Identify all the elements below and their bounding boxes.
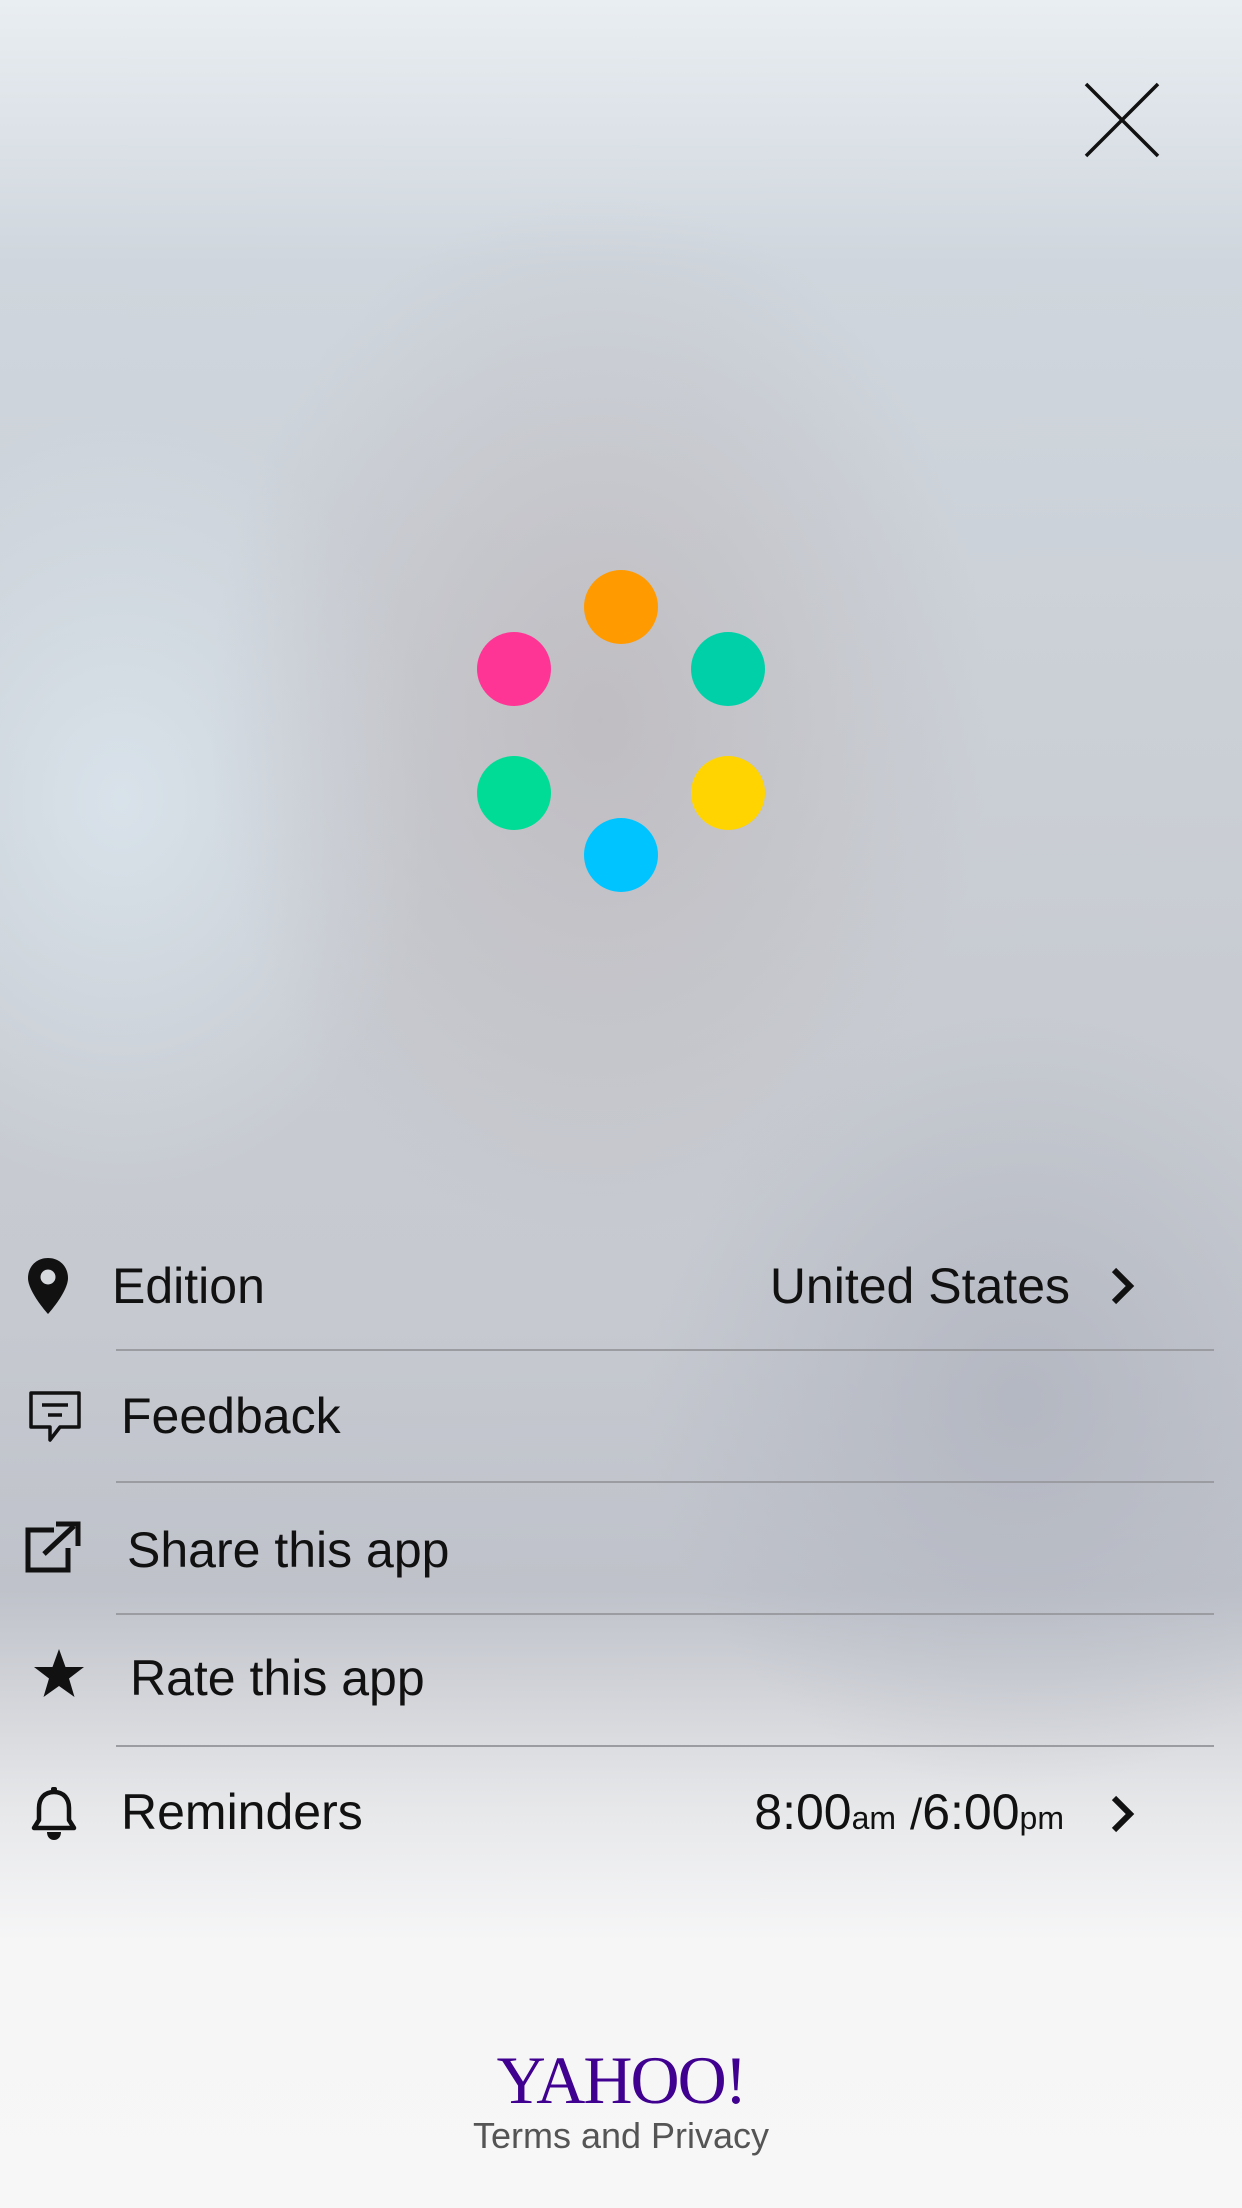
feedback-row[interactable]: Feedback <box>0 1350 1242 1482</box>
spinner-dot <box>584 818 658 892</box>
reminders-row[interactable]: Reminders 8:00am /6:00pm <box>0 1746 1242 1878</box>
edition-value: United States <box>769 1258 1070 1314</box>
feedback-chat-icon <box>29 1391 81 1442</box>
reminders-label: Reminders <box>121 1784 363 1840</box>
edition-label: Edition <box>112 1258 265 1314</box>
share-external-icon <box>25 1521 81 1573</box>
star-icon <box>34 1649 84 1697</box>
reminders-times: 8:00am /6:00pm <box>754 1782 1064 1848</box>
share-label: Share this app <box>127 1522 450 1578</box>
spinner-dot <box>477 756 551 830</box>
rate-label: Rate this app <box>130 1650 425 1706</box>
spinner-dot <box>477 632 551 706</box>
edition-row[interactable]: Edition United States <box>0 1220 1242 1352</box>
morning-suffix: am <box>851 1800 897 1836</box>
evening-time: 6:00 <box>922 1784 1020 1840</box>
feedback-label: Feedback <box>121 1388 341 1444</box>
terms-and-privacy-link[interactable]: Terms and Privacy <box>0 2114 1242 2158</box>
yahoo-logo: YAHOO! <box>496 2042 748 2118</box>
rate-row[interactable]: Rate this app <box>0 1614 1242 1746</box>
bell-icon <box>31 1787 77 1840</box>
close-icon <box>1084 82 1160 158</box>
spinner-dot <box>691 756 765 830</box>
chevron-right-icon <box>1111 1267 1135 1305</box>
spinner-dot <box>691 632 765 706</box>
evening-suffix: pm <box>1019 1800 1064 1836</box>
location-pin-icon <box>28 1258 68 1314</box>
time-separator: / <box>909 1790 923 1839</box>
spinner-dot <box>584 570 658 644</box>
close-button[interactable] <box>1082 80 1162 160</box>
morning-time: 8:00 <box>754 1784 852 1840</box>
share-row[interactable]: Share this app <box>0 1482 1242 1614</box>
chevron-right-icon <box>1111 1795 1135 1833</box>
